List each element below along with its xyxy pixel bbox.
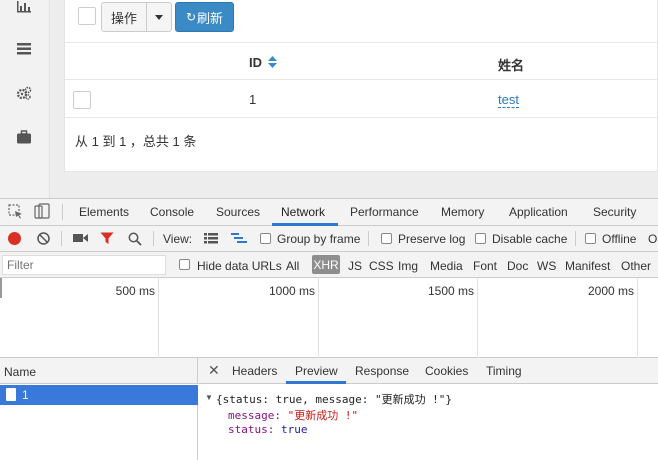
disable-cache-label: Disable cache: [492, 232, 568, 246]
field-key: message: [228, 409, 275, 422]
screenshot-camera-icon[interactable]: [73, 233, 88, 243]
tab-security[interactable]: Security: [593, 205, 636, 219]
type-filter-other[interactable]: Other: [621, 259, 651, 273]
request-name: 1: [22, 388, 29, 402]
search-icon[interactable]: [128, 232, 142, 246]
sort-icon: [267, 56, 277, 68]
timeline-tick-label: 500 ms: [115, 284, 155, 298]
cell-name-link[interactable]: test: [498, 92, 519, 108]
type-filter-all[interactable]: All: [286, 259, 299, 273]
online-dropdown-truncated[interactable]: O: [648, 232, 657, 246]
column-header-name[interactable]: Name: [4, 365, 36, 379]
tab-performance[interactable]: Performance: [350, 205, 419, 219]
app-sidebar: [0, 0, 50, 198]
field-key: status: [228, 423, 268, 436]
divider: [65, 42, 658, 43]
cell-id: 1: [249, 92, 257, 107]
type-filter-xhr[interactable]: XHR: [312, 255, 340, 274]
active-tab-indicator: [286, 381, 346, 384]
tab-sources[interactable]: Sources: [216, 205, 260, 219]
ops-button[interactable]: 操作: [101, 2, 147, 32]
filter-input[interactable]: [2, 255, 166, 275]
type-filter-font[interactable]: Font: [473, 259, 497, 273]
timeline-tick-label: 1000 ms: [268, 284, 315, 298]
disable-cache-checkbox[interactable]: [475, 233, 486, 244]
separator: [368, 231, 369, 246]
device-toolbar-icon[interactable]: [34, 203, 50, 219]
tab-application[interactable]: Application: [509, 205, 568, 219]
preview-field: message: "更新成功 !": [228, 409, 359, 422]
list-icon[interactable]: [16, 42, 32, 56]
group-by-frame-label: Group by frame: [277, 232, 361, 246]
separator: [62, 204, 63, 220]
divider: [65, 117, 658, 118]
type-filter-img[interactable]: Img: [398, 259, 418, 273]
close-detail-icon[interactable]: ✕: [208, 362, 220, 379]
separator: [153, 231, 154, 246]
timeline-tick-label: 1500 ms: [427, 284, 474, 298]
tab-timing[interactable]: Timing: [486, 364, 522, 378]
timeline-gridline: [158, 278, 159, 358]
row-checkbox[interactable]: [73, 91, 91, 109]
offline-label: Offline: [602, 232, 637, 246]
pagination-summary: 从 1 到 1 ，总共 1 条: [75, 134, 197, 149]
timeline-gridline: [637, 278, 638, 358]
type-filter-css[interactable]: CSS: [369, 259, 394, 273]
request-list-header: Name: [0, 358, 198, 384]
record-icon[interactable]: [8, 232, 21, 245]
view-label: View:: [163, 232, 193, 246]
tab-response[interactable]: Response: [355, 364, 409, 378]
type-filter-ws[interactable]: WS: [537, 259, 556, 273]
large-rows-icon[interactable]: [204, 233, 218, 244]
request-list-empty-area: [0, 405, 198, 460]
request-row[interactable]: 1: [0, 385, 198, 405]
document-icon: [6, 388, 16, 401]
clear-icon[interactable]: [37, 232, 50, 245]
bar-chart-icon[interactable]: [16, 0, 32, 14]
timeline-gridline: [477, 278, 478, 358]
waterfall-overview-icon[interactable]: [231, 233, 247, 244]
separator: [61, 231, 62, 246]
timeline-tick-label: 2000 ms: [587, 284, 634, 298]
caret-down-icon: [155, 14, 163, 20]
inspect-element-icon[interactable]: [8, 204, 24, 219]
separator: [575, 231, 576, 246]
type-filter-doc[interactable]: Doc: [507, 259, 528, 273]
group-by-frame-checkbox[interactable]: [260, 233, 271, 244]
ops-dropdown-toggle[interactable]: [146, 2, 172, 32]
preview-summary: {status: true, message: "更新成功 !"}: [216, 393, 453, 406]
offline-checkbox[interactable]: [585, 233, 596, 244]
preserve-log-checkbox[interactable]: [381, 233, 392, 244]
tab-console[interactable]: Console: [150, 205, 194, 219]
timeline-start-marker: [0, 278, 2, 298]
preserve-log-label: Preserve log: [398, 232, 466, 246]
hide-data-urls-checkbox[interactable]: [179, 259, 190, 270]
type-filter-manifest[interactable]: Manifest: [565, 259, 610, 273]
briefcase-icon[interactable]: [16, 130, 32, 144]
tab-network[interactable]: Network: [281, 205, 325, 219]
tab-headers[interactable]: Headers: [232, 364, 277, 378]
column-header-id[interactable]: ID: [249, 55, 277, 70]
timeline-gridline: [318, 278, 319, 358]
tab-memory[interactable]: Memory: [441, 205, 484, 219]
hide-data-urls-label: Hide data URLs: [197, 259, 282, 273]
filter-icon[interactable]: [100, 232, 114, 245]
column-header-name[interactable]: 姓名: [498, 55, 524, 74]
type-filter-media[interactable]: Media: [430, 259, 463, 273]
field-value: "更新成功 !": [287, 409, 359, 422]
tab-cookies[interactable]: Cookies: [425, 364, 468, 378]
refresh-icon: ↻: [185, 10, 197, 24]
tab-elements[interactable]: Elements: [79, 205, 129, 219]
toolbar-select-all-checkbox[interactable]: [78, 7, 96, 25]
divider: [65, 79, 658, 80]
tab-preview[interactable]: Preview: [295, 364, 338, 378]
cogs-icon[interactable]: [16, 86, 32, 100]
refresh-label: 刷新: [197, 10, 224, 26]
expand-triangle-icon[interactable]: ▼: [205, 393, 213, 402]
field-value: true: [281, 423, 308, 436]
refresh-button[interactable]: ↻ 刷新: [175, 2, 234, 32]
preview-field: status: true: [228, 423, 308, 436]
type-filter-js[interactable]: JS: [348, 259, 362, 273]
